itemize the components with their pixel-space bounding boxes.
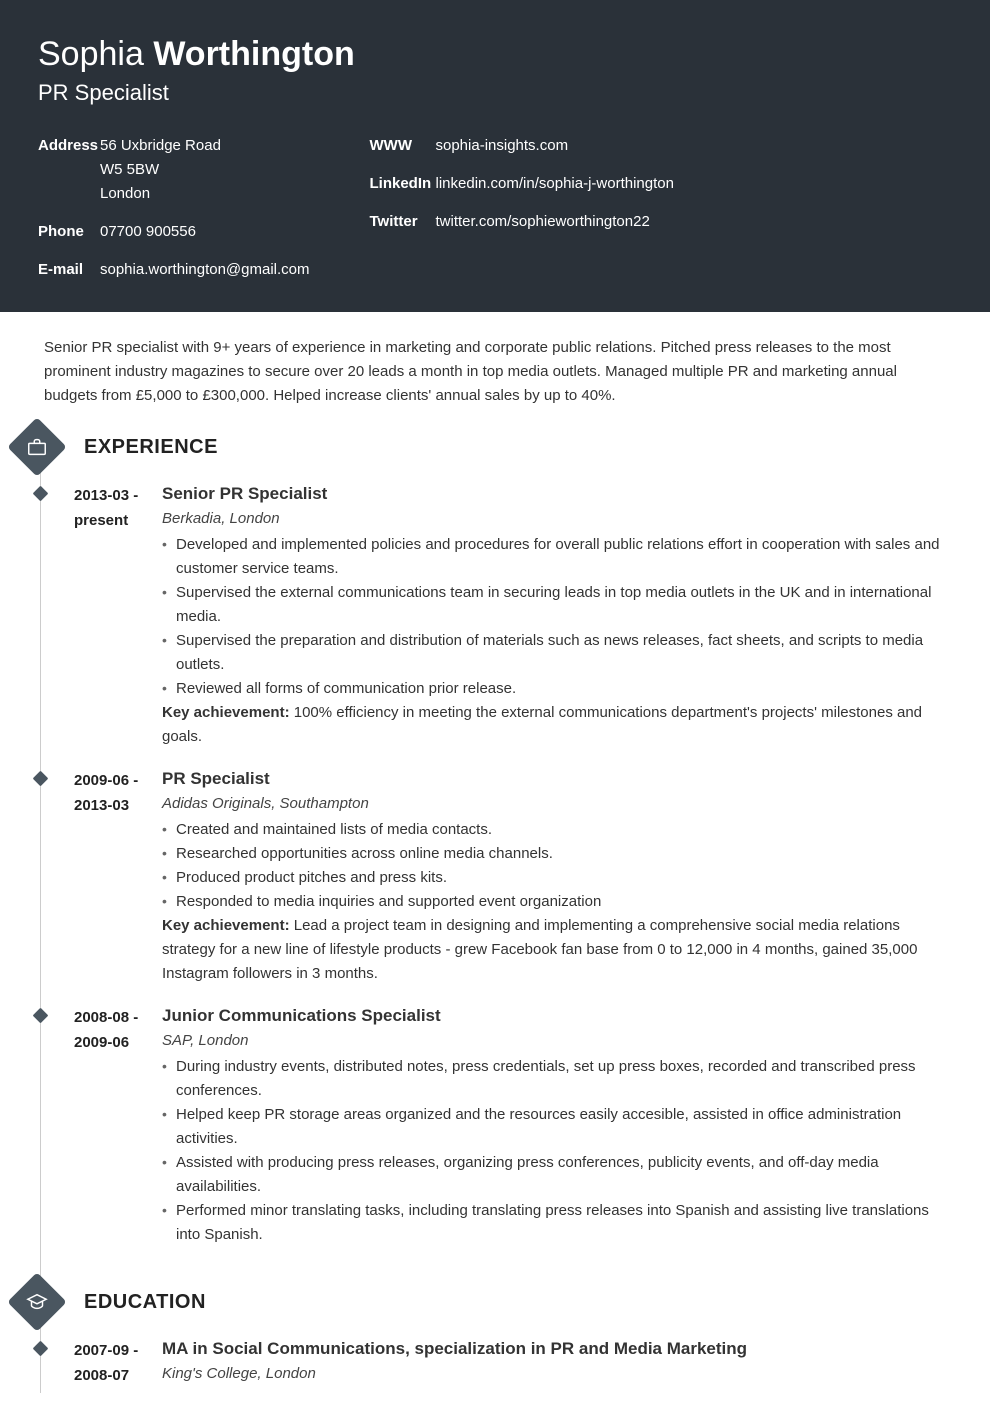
resume-header: Sophia Worthington PR Specialist Address…: [0, 0, 990, 312]
contact-label: E-mail: [38, 258, 100, 282]
timeline-marker-icon: [33, 1341, 49, 1357]
job-title: Senior PR Specialist: [162, 484, 946, 504]
entry-body: Junior Communications Specialist SAP, Lo…: [162, 1006, 946, 1247]
entry-dates: 2009-06 - 2013-03: [74, 769, 162, 986]
contact-grid: Address 56 Uxbridge Road W5 5BW London P…: [38, 134, 952, 282]
bullet-list: During industry events, distributed note…: [162, 1055, 946, 1247]
entry-dates: 2008-08 - 2009-06: [74, 1006, 162, 1247]
key-achievement: Key achievement: Lead a project team in …: [162, 914, 946, 986]
bullet-item: Developed and implemented policies and p…: [162, 533, 946, 581]
bullet-list: Created and maintained lists of media co…: [162, 818, 946, 914]
briefcase-icon: [7, 417, 66, 476]
entry-body: PR Specialist Adidas Originals, Southamp…: [162, 769, 946, 986]
contact-value: 07700 900556: [100, 220, 196, 244]
bullet-item: Supervised the external communications t…: [162, 581, 946, 629]
bullet-list: Developed and implemented policies and p…: [162, 533, 946, 701]
person-name: Sophia Worthington: [38, 35, 952, 74]
contact-address: Address 56 Uxbridge Road W5 5BW London: [38, 134, 310, 206]
key-label: Key achievement:: [162, 917, 290, 934]
bullet-item: Helped keep PR storage areas organized a…: [162, 1103, 946, 1151]
job-title: PR Specialist: [162, 769, 946, 789]
contact-www: WWW sophia-insights.com: [370, 134, 674, 158]
job-company: Berkadia, London: [162, 510, 946, 527]
main-timeline: EXPERIENCE 2013-03 - present Senior PR S…: [40, 426, 946, 1393]
contact-label: LinkedIn: [370, 172, 436, 196]
timeline-marker-icon: [33, 771, 49, 787]
education-entry: 2007-09 - 2008-07 MA in Social Communica…: [40, 1339, 946, 1393]
contact-value: linkedin.com/in/sophia-j-worthington: [436, 172, 674, 196]
entry-body: MA in Social Communications, specializat…: [162, 1339, 946, 1389]
contact-linkedin: LinkedIn linkedin.com/in/sophia-j-worthi…: [370, 172, 674, 196]
contact-col-right: WWW sophia-insights.com LinkedIn linkedi…: [370, 134, 674, 282]
bullet-item: Created and maintained lists of media co…: [162, 818, 946, 842]
job-title: Junior Communications Specialist: [162, 1006, 946, 1026]
graduation-cap-icon: [7, 1272, 66, 1331]
contact-value: 56 Uxbridge Road W5 5BW London: [100, 134, 221, 206]
last-name: Worthington: [153, 35, 354, 73]
contact-value: twitter.com/sophieworthington22: [436, 210, 650, 234]
bullet-item: Supervised the preparation and distribut…: [162, 629, 946, 677]
experience-entry: 2009-06 - 2013-03 PR Specialist Adidas O…: [40, 769, 946, 1006]
contact-col-left: Address 56 Uxbridge Road W5 5BW London P…: [38, 134, 310, 282]
timeline-marker-icon: [33, 486, 49, 502]
job-company: Adidas Originals, Southampton: [162, 795, 946, 812]
contact-twitter: Twitter twitter.com/sophieworthington22: [370, 210, 674, 234]
job-company: SAP, London: [162, 1032, 946, 1049]
contact-phone: Phone 07700 900556: [38, 220, 310, 244]
contact-value: sophia-insights.com: [436, 134, 569, 158]
contact-email: E-mail sophia.worthington@gmail.com: [38, 258, 310, 282]
contact-value: sophia.worthington@gmail.com: [100, 258, 310, 282]
contact-label: Twitter: [370, 210, 436, 234]
bullet-item: Produced product pitches and press kits.: [162, 866, 946, 890]
key-label: Key achievement:: [162, 704, 290, 721]
section-head-experience: EXPERIENCE: [36, 426, 946, 468]
entry-dates: 2007-09 - 2008-07: [74, 1339, 162, 1389]
school-name: King's College, London: [162, 1365, 946, 1382]
experience-entry: 2008-08 - 2009-06 Junior Communications …: [40, 1006, 946, 1267]
summary-text: Senior PR specialist with 9+ years of ex…: [44, 336, 946, 408]
entry-body: Senior PR Specialist Berkadia, London De…: [162, 484, 946, 749]
section-head-education: EDUCATION: [36, 1281, 946, 1323]
bullet-item: Responded to media inquiries and support…: [162, 890, 946, 914]
key-achievement: Key achievement: 100% efficiency in meet…: [162, 701, 946, 749]
section-title: EDUCATION: [84, 1291, 206, 1314]
bullet-item: Reviewed all forms of communication prio…: [162, 677, 946, 701]
degree-title: MA in Social Communications, specializat…: [162, 1339, 946, 1359]
entry-dates: 2013-03 - present: [74, 484, 162, 749]
section-title: EXPERIENCE: [84, 436, 218, 459]
first-name: Sophia: [38, 35, 144, 73]
contact-label: WWW: [370, 134, 436, 158]
timeline-marker-icon: [33, 1008, 49, 1024]
job-role: PR Specialist: [38, 80, 952, 106]
contact-label: Address: [38, 134, 100, 206]
bullet-item: During industry events, distributed note…: [162, 1055, 946, 1103]
resume-body: Senior PR specialist with 9+ years of ex…: [0, 312, 990, 1413]
bullet-item: Performed minor translating tasks, inclu…: [162, 1199, 946, 1247]
bullet-item: Researched opportunities across online m…: [162, 842, 946, 866]
bullet-item: Assisted with producing press releases, …: [162, 1151, 946, 1199]
experience-entry: 2013-03 - present Senior PR Specialist B…: [40, 484, 946, 769]
contact-label: Phone: [38, 220, 100, 244]
